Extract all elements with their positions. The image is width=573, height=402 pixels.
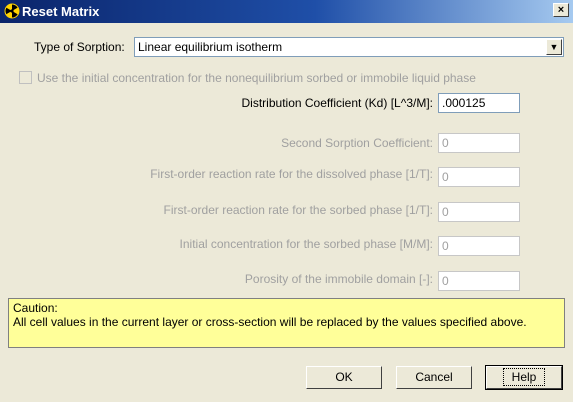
kd-input[interactable]: .000125 (438, 93, 520, 113)
caution-text: All cell values in the current layer or … (13, 315, 527, 329)
ok-button[interactable]: OK (306, 366, 382, 389)
initial-conc-sorbed-input[interactable]: 0 (438, 236, 520, 256)
sorption-type-label: Type of Sorption: (34, 40, 125, 54)
sorption-type-value: Linear equilibrium isotherm (138, 40, 283, 54)
title-bar[interactable]: Reset Matrix × (0, 0, 573, 23)
cancel-button-label: Cancel (415, 370, 453, 384)
porosity-immobile-input[interactable]: 0 (438, 271, 520, 291)
caution-heading: Caution: (13, 301, 58, 315)
close-button[interactable]: × (553, 3, 569, 17)
second-sorption-label: Second Sorption Coefficient: (281, 136, 433, 150)
initial-conc-sorbed-label: Initial concentration for the sorbed pha… (179, 237, 433, 251)
kd-label: Distribution Coefficient (Kd) [L^3/M]: (241, 96, 433, 110)
porosity-immobile-label: Porosity of the immobile domain [-]: (244, 272, 433, 286)
ok-button-label: OK (335, 370, 353, 384)
dropdown-button[interactable]: ▼ (546, 39, 562, 55)
initial-concentration-checkbox-label: Use the initial concentration for the no… (37, 71, 476, 85)
rate-dissolved-label: First-order reaction rate for the dissol… (150, 167, 433, 181)
window-title: Reset Matrix (22, 4, 100, 19)
radiation-icon (4, 3, 20, 19)
rate-dissolved-input[interactable]: 0 (438, 167, 520, 187)
chevron-down-icon: ▼ (549, 42, 559, 52)
cancel-button[interactable]: Cancel (396, 366, 472, 389)
initial-concentration-checkbox[interactable] (19, 71, 32, 84)
reset-matrix-dialog: Reset Matrix × Type of Sorption: Linear … (0, 0, 573, 402)
second-sorption-input[interactable]: 0 (438, 133, 520, 153)
sorption-type-select[interactable]: Linear equilibrium isotherm ▼ (134, 37, 564, 57)
rate-sorbed-label: First-order reaction rate for the sorbed… (163, 203, 433, 217)
rate-sorbed-input[interactable]: 0 (438, 202, 520, 222)
help-button-label: Help (502, 368, 546, 386)
close-icon: × (557, 4, 565, 16)
caution-box: Caution: All cell values in the current … (8, 298, 565, 348)
help-button[interactable]: Help (485, 365, 563, 390)
